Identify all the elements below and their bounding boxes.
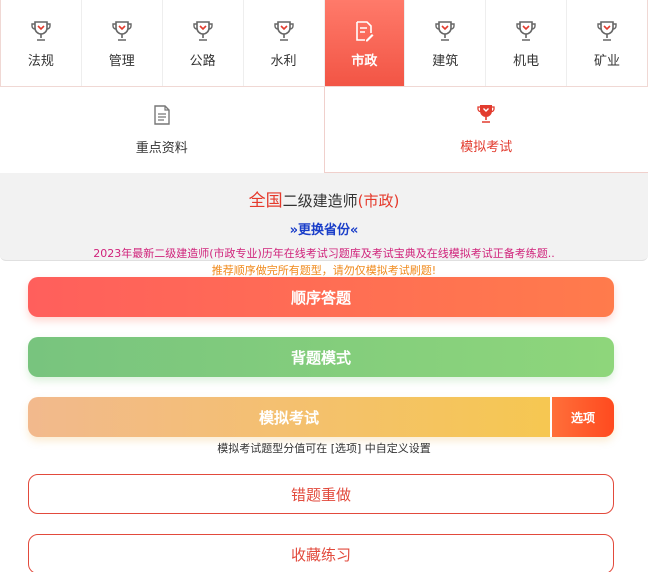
change-province-link[interactable]: »更换省份« xyxy=(0,219,648,238)
mock-exam-button[interactable]: 模拟考试 选项 xyxy=(28,397,614,437)
category-label: 管理 xyxy=(108,53,135,69)
category-tab-regulations[interactable]: 法规 xyxy=(1,0,82,86)
wrong-questions-redo-button[interactable]: 错题重做 xyxy=(28,474,614,514)
document-edit-icon xyxy=(356,20,374,41)
category-label: 水利 xyxy=(270,53,297,69)
trophy-icon xyxy=(435,20,456,41)
sub-tab-bar: 重点资料 模拟考试 xyxy=(0,87,648,173)
memorize-mode-button[interactable]: 背题模式 xyxy=(28,337,614,377)
category-label: 法规 xyxy=(27,53,54,69)
category-label: 公路 xyxy=(189,53,216,69)
category-label: 矿业 xyxy=(594,53,621,69)
category-tab-highway[interactable]: 公路 xyxy=(163,0,244,86)
mock-exam-hint: 模拟考试题型分值可在 [选项] 中自定义设置 xyxy=(217,442,431,455)
category-tab-management[interactable]: 管理 xyxy=(82,0,163,86)
trophy-icon xyxy=(477,105,495,123)
category-tab-municipal[interactable]: 市政 xyxy=(324,0,406,86)
favorites-practice-button[interactable]: 收藏练习 xyxy=(28,534,614,572)
category-label: 建筑 xyxy=(432,53,459,69)
category-tab-mining[interactable]: 矿业 xyxy=(567,0,647,86)
trophy-icon xyxy=(31,20,51,41)
exam-title: 全国二级建造师(市政) xyxy=(0,186,648,211)
mock-options-button[interactable]: 选项 xyxy=(550,397,614,437)
document-icon xyxy=(154,104,170,125)
exam-region: 全国 xyxy=(248,191,283,211)
category-tab-electromechanical[interactable]: 机电 xyxy=(486,0,568,86)
trophy-icon xyxy=(112,20,132,41)
study-tip-notice: 推荐顺序做完所有题型，请勿仅模拟考试刷题! xyxy=(211,264,437,277)
exam-subject: (市政) xyxy=(357,192,400,210)
sub-tab-mock-exam[interactable]: 模拟考试 xyxy=(323,87,648,173)
mock-exam-label: 模拟考试 xyxy=(258,408,319,427)
sub-tab-label: 重点资料 xyxy=(135,140,188,156)
trophy-icon xyxy=(273,20,294,41)
category-tab-water[interactable]: 水利 xyxy=(244,0,325,86)
trophy-icon xyxy=(192,20,213,41)
trophy-icon xyxy=(597,20,617,41)
sub-tab-label: 模拟考试 xyxy=(460,140,513,155)
category-tab-construction[interactable]: 建筑 xyxy=(405,0,487,86)
sequential-practice-button[interactable]: 顺序答题 xyxy=(28,277,614,317)
category-label: 机电 xyxy=(513,53,540,69)
trophy-icon xyxy=(516,20,536,41)
exam-description-notice: 2023年最新二级建造师(市政专业)历年在线考试习题库及考试宝典及在线模拟考试正… xyxy=(93,247,555,260)
exam-name: 二级建造师 xyxy=(282,192,358,210)
category-label: 市政 xyxy=(351,53,378,69)
category-tab-bar: 法规 管理 公路 水利 市政 建筑 机电 矿业 xyxy=(0,0,648,87)
sub-tab-key-materials[interactable]: 重点资料 xyxy=(0,87,324,173)
